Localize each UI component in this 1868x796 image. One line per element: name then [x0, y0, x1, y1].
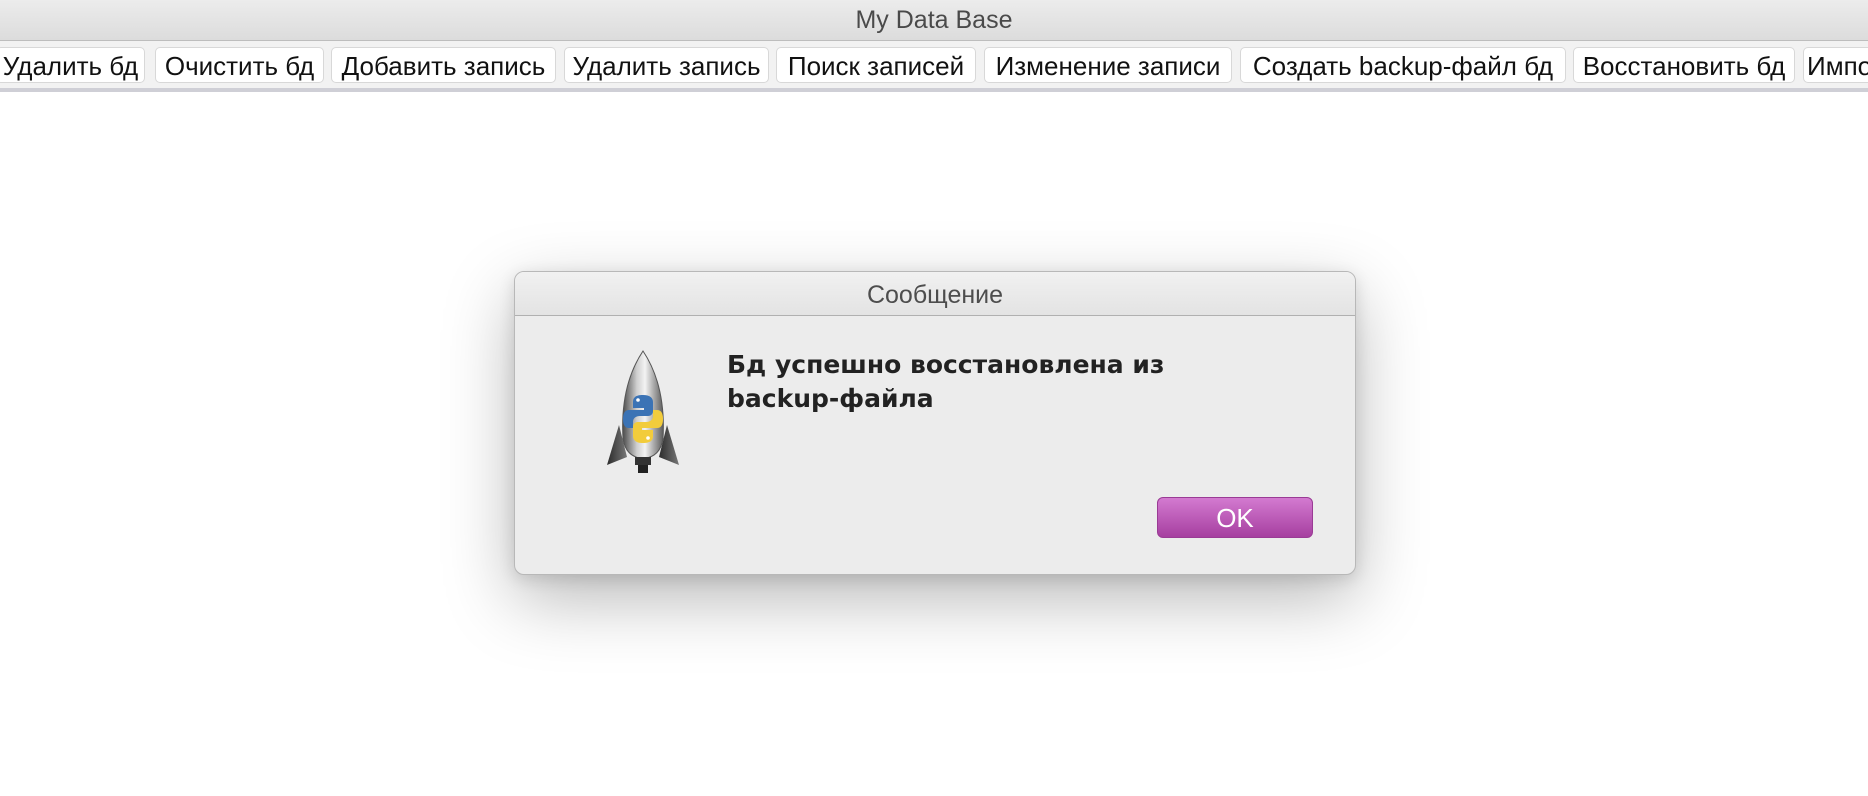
- ok-button[interactable]: OK: [1157, 497, 1313, 538]
- message-dialog: Сообщение Бд успешно восстановлена из ba…: [514, 271, 1356, 575]
- edit-record-button[interactable]: Изменение записи: [984, 47, 1232, 83]
- delete-db-button[interactable]: Удалить бд: [0, 47, 145, 83]
- dialog-message-line1: Бд успешно восстановлена из: [727, 350, 1165, 379]
- delete-record-button[interactable]: Удалить запись: [564, 47, 769, 83]
- clear-db-button[interactable]: Очистить бд: [155, 47, 324, 83]
- dialog-message-line2: backup-файла: [727, 384, 934, 413]
- window-title: My Data Base: [0, 0, 1868, 41]
- create-backup-button[interactable]: Создать backup-файл бд: [1240, 47, 1566, 83]
- search-records-button[interactable]: Поиск записей: [776, 47, 976, 83]
- dialog-title: Сообщение: [515, 272, 1355, 316]
- python-rocket-icon: [597, 347, 689, 477]
- restore-db-button[interactable]: Восстановить бд: [1573, 47, 1795, 83]
- add-record-button[interactable]: Добавить запись: [331, 47, 556, 83]
- app-window: My Data Base Удалить бд Очистить бд Доба…: [0, 0, 1868, 796]
- import-button[interactable]: Импо: [1803, 47, 1868, 83]
- toolbar: Удалить бд Очистить бд Добавить запись У…: [0, 41, 1868, 92]
- dialog-message: Бд успешно восстановлена из backup-файла: [727, 348, 1167, 416]
